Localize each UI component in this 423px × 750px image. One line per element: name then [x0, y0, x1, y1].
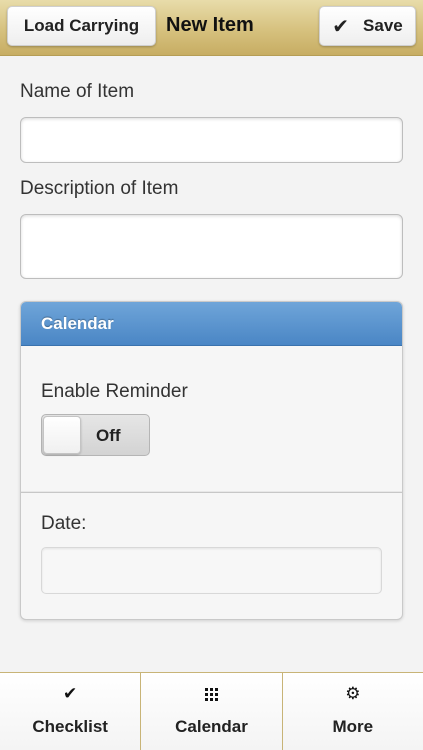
save-button-label: Save — [363, 16, 403, 35]
back-button[interactable]: Load Carrying — [7, 6, 156, 46]
page-title: New Item — [166, 14, 254, 36]
checkmark-icon: ✔ — [63, 684, 78, 703]
nav-item-checklist[interactable]: ✔ Checklist — [0, 673, 142, 750]
enable-reminder-label: Enable Reminder — [41, 381, 188, 402]
calendar-section-body: Enable Reminder Off Date: — [21, 346, 402, 619]
nav-label-calendar: Calendar — [175, 717, 248, 736]
checkmark-icon: ✔ — [332, 15, 350, 38]
nav-label-more: More — [332, 717, 374, 736]
toggle-state-label: Off — [96, 426, 121, 445]
gear-icon: ⚙ — [345, 684, 361, 703]
reminder-toggle[interactable]: Off — [41, 414, 150, 456]
section-divider — [21, 491, 402, 493]
bottom-navbar: ✔ Checklist Calendar ⚙ More — [0, 672, 423, 750]
back-button-label: Load Carrying — [23, 16, 140, 35]
toggle-knob[interactable] — [43, 416, 81, 454]
header-bar: Load Carrying New Item ✔ Save — [0, 0, 423, 56]
name-label: Name of Item — [20, 81, 135, 102]
nav-item-calendar[interactable]: Calendar — [141, 673, 283, 750]
grid-icon — [204, 683, 218, 705]
date-input[interactable] — [41, 547, 382, 594]
nav-label-checklist: Checklist — [32, 717, 108, 736]
save-button[interactable]: ✔ Save — [319, 6, 416, 46]
calendar-collapsible: Calendar Enable Reminder Off Date: — [20, 301, 403, 620]
calendar-section-title: Calendar — [41, 313, 114, 333]
date-label: Date: — [41, 513, 87, 534]
name-input[interactable] — [20, 117, 403, 163]
nav-item-more[interactable]: ⚙ More — [282, 673, 423, 750]
calendar-section-header[interactable]: Calendar — [21, 302, 402, 346]
description-textarea[interactable] — [20, 214, 403, 279]
description-label: Description of Item — [20, 178, 179, 199]
